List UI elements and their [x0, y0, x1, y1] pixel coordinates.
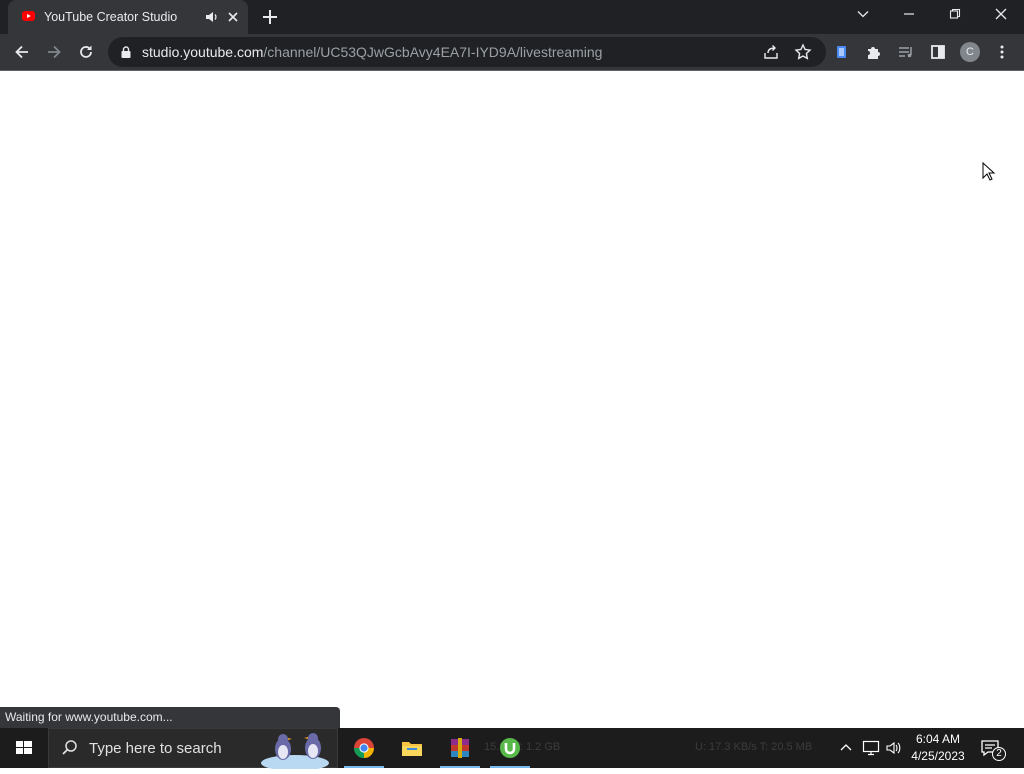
- forward-arrow-icon[interactable]: [41, 39, 67, 65]
- windows-taskbar: Type here to search 15.92 T: 1.2 GB U: 1…: [0, 728, 1024, 771]
- browser-tab[interactable]: YouTube Creator Studio: [8, 0, 248, 34]
- clock-date[interactable]: 4/25/2023: [909, 749, 967, 763]
- speaker-icon[interactable]: [204, 9, 220, 25]
- tray-chevron-icon[interactable]: [839, 740, 853, 759]
- search-highlight-illustration: [255, 729, 339, 771]
- lock-icon[interactable]: [120, 45, 132, 64]
- media-queue-icon[interactable]: [893, 39, 919, 65]
- puzzle-icon[interactable]: [861, 39, 887, 65]
- folder-icon: [401, 739, 423, 762]
- browser-toolbar: studio.youtube.com/channel/UC53QJwGcbAvy…: [0, 34, 1024, 70]
- taskbar-app-utorrent[interactable]: [486, 728, 534, 768]
- url-text: studio.youtube.com/channel/UC53QJwGcbAvy…: [142, 44, 602, 60]
- close-icon[interactable]: [224, 8, 242, 26]
- tab-title: YouTube Creator Studio: [44, 10, 178, 24]
- plus-icon[interactable]: [259, 6, 281, 28]
- chevron-down-icon[interactable]: [840, 0, 886, 30]
- kebab-menu-icon[interactable]: [989, 39, 1015, 65]
- mouse-cursor-icon: [982, 161, 996, 187]
- network-icon[interactable]: [862, 740, 880, 761]
- reload-icon[interactable]: [73, 39, 99, 65]
- torrent-speed-ghost: U: 17.3 KB/s T: 20.5 MB: [695, 741, 813, 753]
- back-arrow-icon[interactable]: [9, 39, 35, 65]
- taskbar-search-box[interactable]: Type here to search: [48, 728, 339, 771]
- close-window-icon[interactable]: [978, 0, 1024, 30]
- taskbar-app-winrar[interactable]: [436, 728, 484, 768]
- notification-count-badge: 2: [992, 747, 1006, 761]
- winrar-icon: [449, 737, 471, 764]
- search-placeholder: Type here to search: [89, 740, 222, 757]
- browser-titlebar: YouTube Creator Studio: [0, 0, 1024, 34]
- status-bubble: Waiting for www.youtube.com...: [0, 707, 340, 728]
- address-bar[interactable]: studio.youtube.com/channel/UC53QJwGcbAvy…: [108, 37, 826, 67]
- volume-icon[interactable]: [885, 740, 903, 761]
- extension-doc-icon[interactable]: [829, 39, 855, 65]
- clock-time[interactable]: 6:04 AM: [913, 732, 963, 746]
- utorrent-icon: [499, 737, 521, 764]
- minimize-icon[interactable]: [886, 0, 932, 30]
- sidepanel-icon[interactable]: [925, 39, 951, 65]
- taskbar-app-file-explorer[interactable]: [388, 728, 436, 768]
- youtube-favicon-icon: [22, 11, 35, 21]
- share-icon[interactable]: [758, 39, 784, 65]
- chrome-icon: [353, 737, 375, 764]
- restore-icon[interactable]: [932, 0, 978, 30]
- taskbar-app-chrome[interactable]: [340, 728, 388, 768]
- profile-avatar[interactable]: C: [960, 42, 980, 62]
- star-icon[interactable]: [790, 39, 816, 65]
- page-content[interactable]: [0, 71, 1024, 728]
- search-icon: [61, 739, 79, 762]
- url-host: studio.youtube.com: [142, 44, 264, 60]
- url-path: /channel/UC53QJwGcbAvy4EA7I-IYD9A/livest…: [263, 44, 603, 60]
- windows-start-icon[interactable]: [0, 728, 48, 768]
